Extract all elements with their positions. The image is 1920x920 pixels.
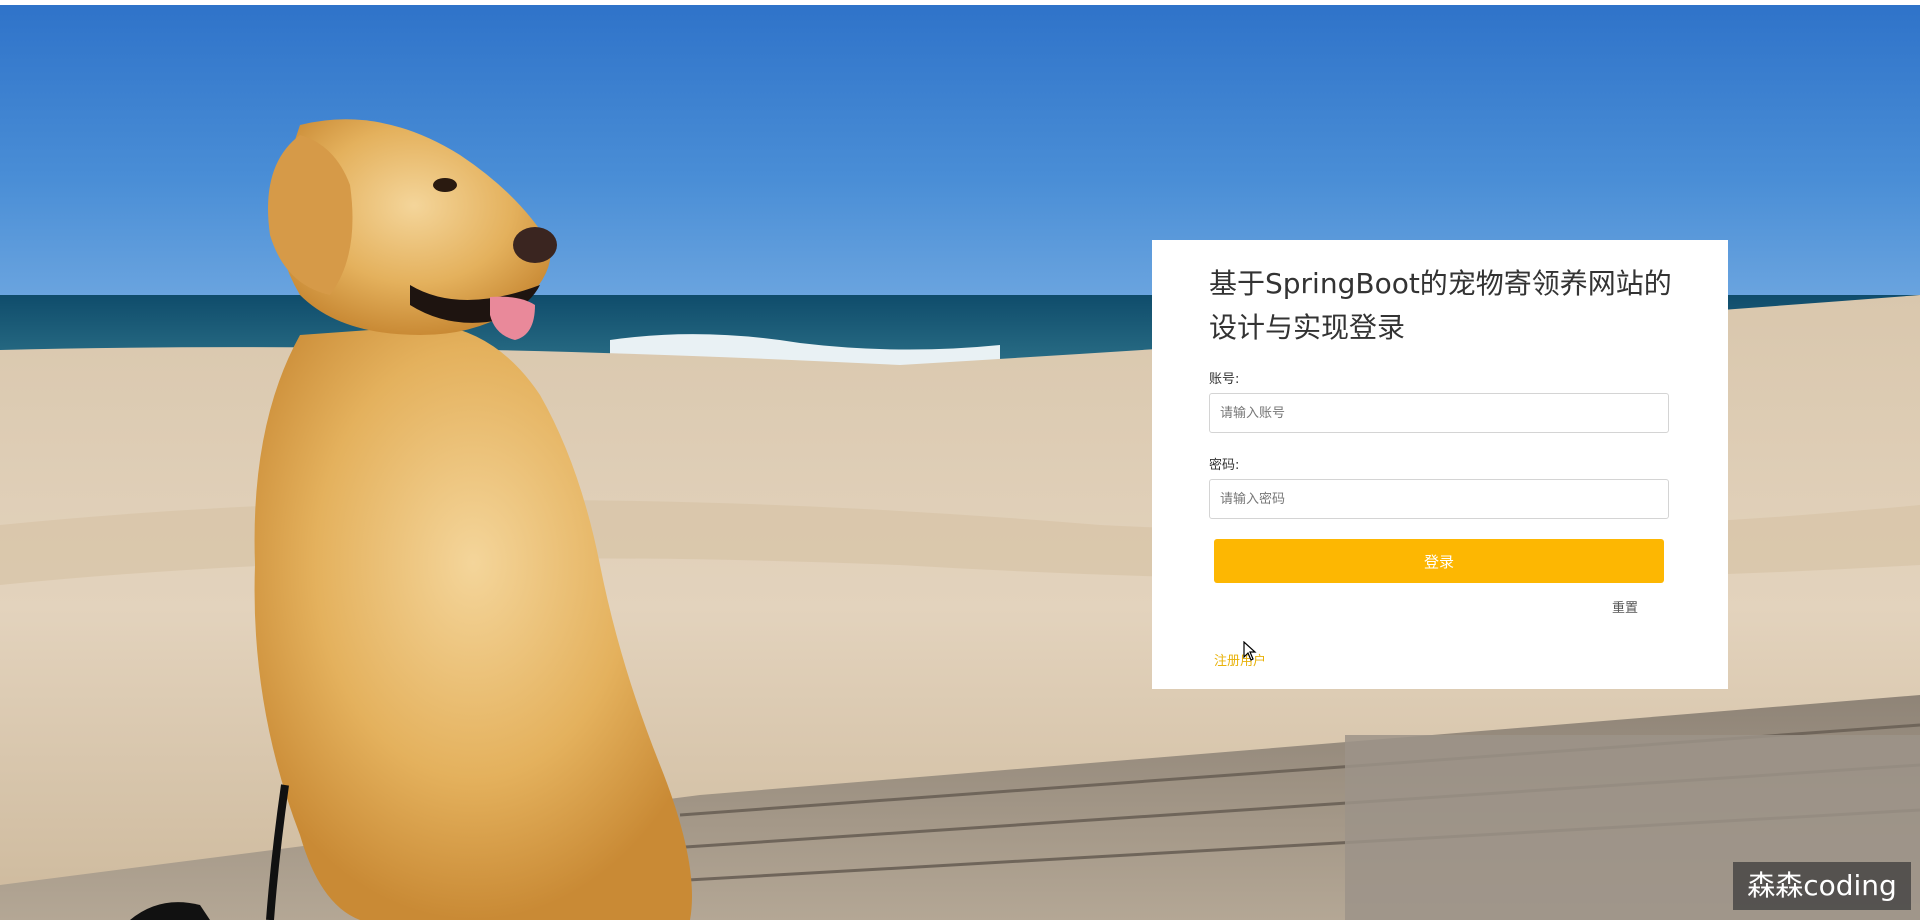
account-input[interactable] bbox=[1209, 393, 1669, 433]
watermark: 森森coding bbox=[1733, 862, 1911, 910]
login-card: 基于SpringBoot的宠物寄领养网站的设计与实现登录 账号: 密码: 登录 … bbox=[1152, 240, 1728, 689]
login-title: 基于SpringBoot的宠物寄领养网站的设计与实现登录 bbox=[1209, 267, 1672, 344]
login-button[interactable]: 登录 bbox=[1214, 539, 1664, 583]
reset-link[interactable]: 重置 bbox=[1612, 597, 1638, 616]
login-page: 基于SpringBoot的宠物寄领养网站的设计与实现登录 账号: 密码: 登录 … bbox=[0, 0, 1920, 920]
password-label: 密码: bbox=[1209, 458, 1240, 473]
mouse-cursor-icon bbox=[1243, 641, 1257, 661]
account-label: 账号: bbox=[1209, 372, 1240, 387]
register-link[interactable]: 注册用户 bbox=[1214, 650, 1266, 669]
password-input[interactable] bbox=[1209, 479, 1669, 519]
